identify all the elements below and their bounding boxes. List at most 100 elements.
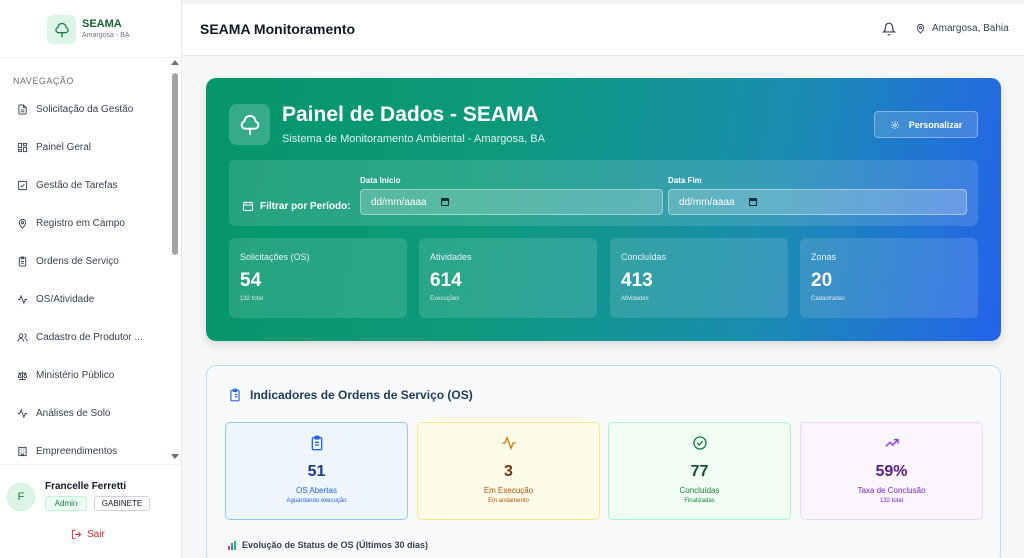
sidebar-item-label: OS/Atividade [36, 293, 95, 305]
evolution-title-text: Evolução de Status de OS (Últimos 30 dia… [242, 540, 429, 550]
stat-sub: Execuções [430, 296, 460, 302]
sidebar-item-tarefas[interactable]: Gestão de Tarefas [0, 170, 170, 200]
stat-label: Atividades [430, 252, 472, 262]
hero-title: Painel de Dados - SEAMA [282, 103, 539, 126]
end-date-placeholder: dd/mm/aaaa [679, 196, 735, 208]
indicator-label: OS Abertas [296, 486, 337, 495]
sidebar-item-ordens[interactable]: Ordens de Serviço [0, 246, 170, 276]
brand[interactable]: SEAMA Amargosa - BA [0, 0, 181, 58]
stat-value: 413 [621, 270, 653, 291]
sidebar-item-solicitacao[interactable]: Solicitação da Gestão [0, 94, 170, 124]
indicator-value: 77 [690, 463, 709, 480]
end-date-label: Data Fim [668, 176, 702, 185]
customize-button[interactable]: Personalizar [874, 111, 978, 138]
user-panel: F Francelle Ferretti Admin GABINETE Sair [0, 464, 182, 558]
evolution-section-title: Evolução de Status de OS (Últimos 30 dia… [228, 540, 428, 550]
end-date-input[interactable]: dd/mm/aaaa [668, 189, 967, 215]
user-name: Francelle Ferretti [45, 481, 127, 492]
activity-icon [501, 435, 516, 451]
clipboard-icon [18, 255, 27, 267]
sidebar-item-label: Cadastro de Produtor ... [36, 331, 143, 343]
sidebar-item-label: Solicitação da Gestão [36, 103, 134, 115]
building-icon [18, 446, 27, 456]
sidebar-item-label: Gestão de Tarefas [36, 179, 118, 191]
sidebar-item-ministerio[interactable]: Ministério Público [0, 360, 170, 390]
gear-icon [890, 120, 899, 129]
check-circle-icon [692, 436, 707, 450]
sidebar-item-label: Ordens de Serviço [36, 255, 119, 267]
avatar[interactable]: F [7, 483, 35, 511]
stat-sub: Cadastradas [811, 296, 846, 302]
bell-icon[interactable] [882, 22, 896, 36]
date-filter: Filtrar por Período: Data Início dd/mm/a… [229, 160, 978, 226]
activity-icon [17, 408, 28, 418]
scale-icon [17, 370, 28, 380]
sidebar-item-cadastro-produtor[interactable]: Cadastro de Produtor ... [0, 322, 170, 352]
start-date-placeholder: dd/mm/aaaa [371, 196, 427, 208]
indicator-sub: Aguardando execução [286, 498, 347, 504]
logout-button[interactable]: Sair [71, 529, 105, 540]
calendar-icon [243, 201, 253, 211]
activity-icon [17, 294, 28, 304]
filter-label: Filtrar por Período: [242, 200, 351, 212]
indicator-value: 51 [307, 463, 326, 480]
calendar-picker-icon[interactable] [748, 198, 757, 206]
tree-logo-icon [47, 15, 76, 44]
stat-card-zonas: Zonas 20 Cadastradas [800, 238, 978, 318]
sidebar-item-label: Registro em Campo [36, 217, 125, 229]
calendar-picker-icon[interactable] [440, 198, 449, 206]
sidebar-item-registro[interactable]: Registro em Campo [0, 208, 170, 238]
bar-chart-icon [228, 540, 237, 550]
top-bar: SEAMA Monitoramento Amargosa, Bahia [182, 0, 1024, 56]
stat-card-atividades: Atividades 614 Execuções [419, 238, 597, 318]
indicator-sub: 132 total [879, 498, 904, 504]
customize-label: Personalizar [908, 119, 963, 130]
sidebar-item-analises-solo[interactable]: Análises de Solo [0, 398, 170, 428]
location-indicator: Amargosa, Bahia [915, 23, 1009, 34]
stat-card-solicitacoes: Solicitações (OS) 54 132 total [229, 238, 407, 318]
stat-value: 614 [430, 270, 462, 291]
indicator-value: 3 [504, 463, 513, 480]
os-indicators-card: Indicadores de Ordens de Serviço (OS) 51… [206, 365, 1001, 558]
indicator-value: 59% [875, 463, 908, 480]
tree-icon [229, 104, 270, 145]
stat-value: 54 [240, 270, 262, 291]
dashboard-grid-icon [17, 142, 28, 152]
users-icon [17, 332, 28, 342]
clipboard-list-icon [230, 388, 240, 402]
scroll-down-arrow-icon[interactable] [171, 454, 179, 459]
indicator-sub: Finalizadas [684, 498, 715, 504]
map-pin-icon [916, 23, 925, 34]
sidebar-item-empreendimentos[interactable]: Empreendimentos [0, 436, 170, 464]
map-pin-icon [18, 218, 27, 229]
indicator-label: Taxa de Conclusão [857, 486, 926, 495]
indicator-label: Em Execução [483, 486, 534, 495]
hero-subtitle: Sistema de Monitoramento Ambiental - Ama… [282, 133, 545, 145]
stat-sub: Atividades [621, 296, 649, 302]
sidebar-item-os-atividade[interactable]: OS/Atividade [0, 284, 170, 314]
sidebar-item-label: Ministério Público [36, 369, 115, 381]
trending-up-icon [885, 439, 899, 447]
logout-icon [71, 529, 82, 540]
nav-heading: NAVEGAÇÃO [13, 76, 74, 86]
department-badge: GABINETE [94, 496, 150, 511]
dashboard-hero: Painel de Dados - SEAMA Sistema de Monit… [206, 78, 1001, 341]
checkbox-icon [17, 180, 28, 190]
start-date-input[interactable]: dd/mm/aaaa [360, 189, 663, 215]
indicator-em-execucao: 3 Em Execução Em andamento [417, 422, 600, 520]
location-text: Amargosa, Bahia [932, 23, 1009, 34]
page-title: SEAMA Monitoramento [200, 21, 356, 37]
scroll-up-arrow-icon[interactable] [171, 60, 179, 65]
sidebar-scrollbar[interactable] [170, 60, 180, 462]
brand-title: SEAMA [82, 18, 122, 30]
sidebar-item-label: Painel Geral [36, 141, 92, 153]
sidebar-item-painel-geral[interactable]: Painel Geral [0, 132, 170, 162]
sidebar-item-label: Análises de Solo [36, 407, 111, 419]
role-badge: Admin [45, 496, 87, 511]
scroll-thumb[interactable] [172, 73, 178, 255]
stat-card-concluidas: Concluídas 413 Atividades [610, 238, 788, 318]
stat-sub: 132 total [240, 296, 264, 302]
document-icon [18, 103, 27, 115]
indicator-label: Concluídas [679, 486, 720, 495]
indicator-sub: Em andamento [488, 498, 529, 504]
